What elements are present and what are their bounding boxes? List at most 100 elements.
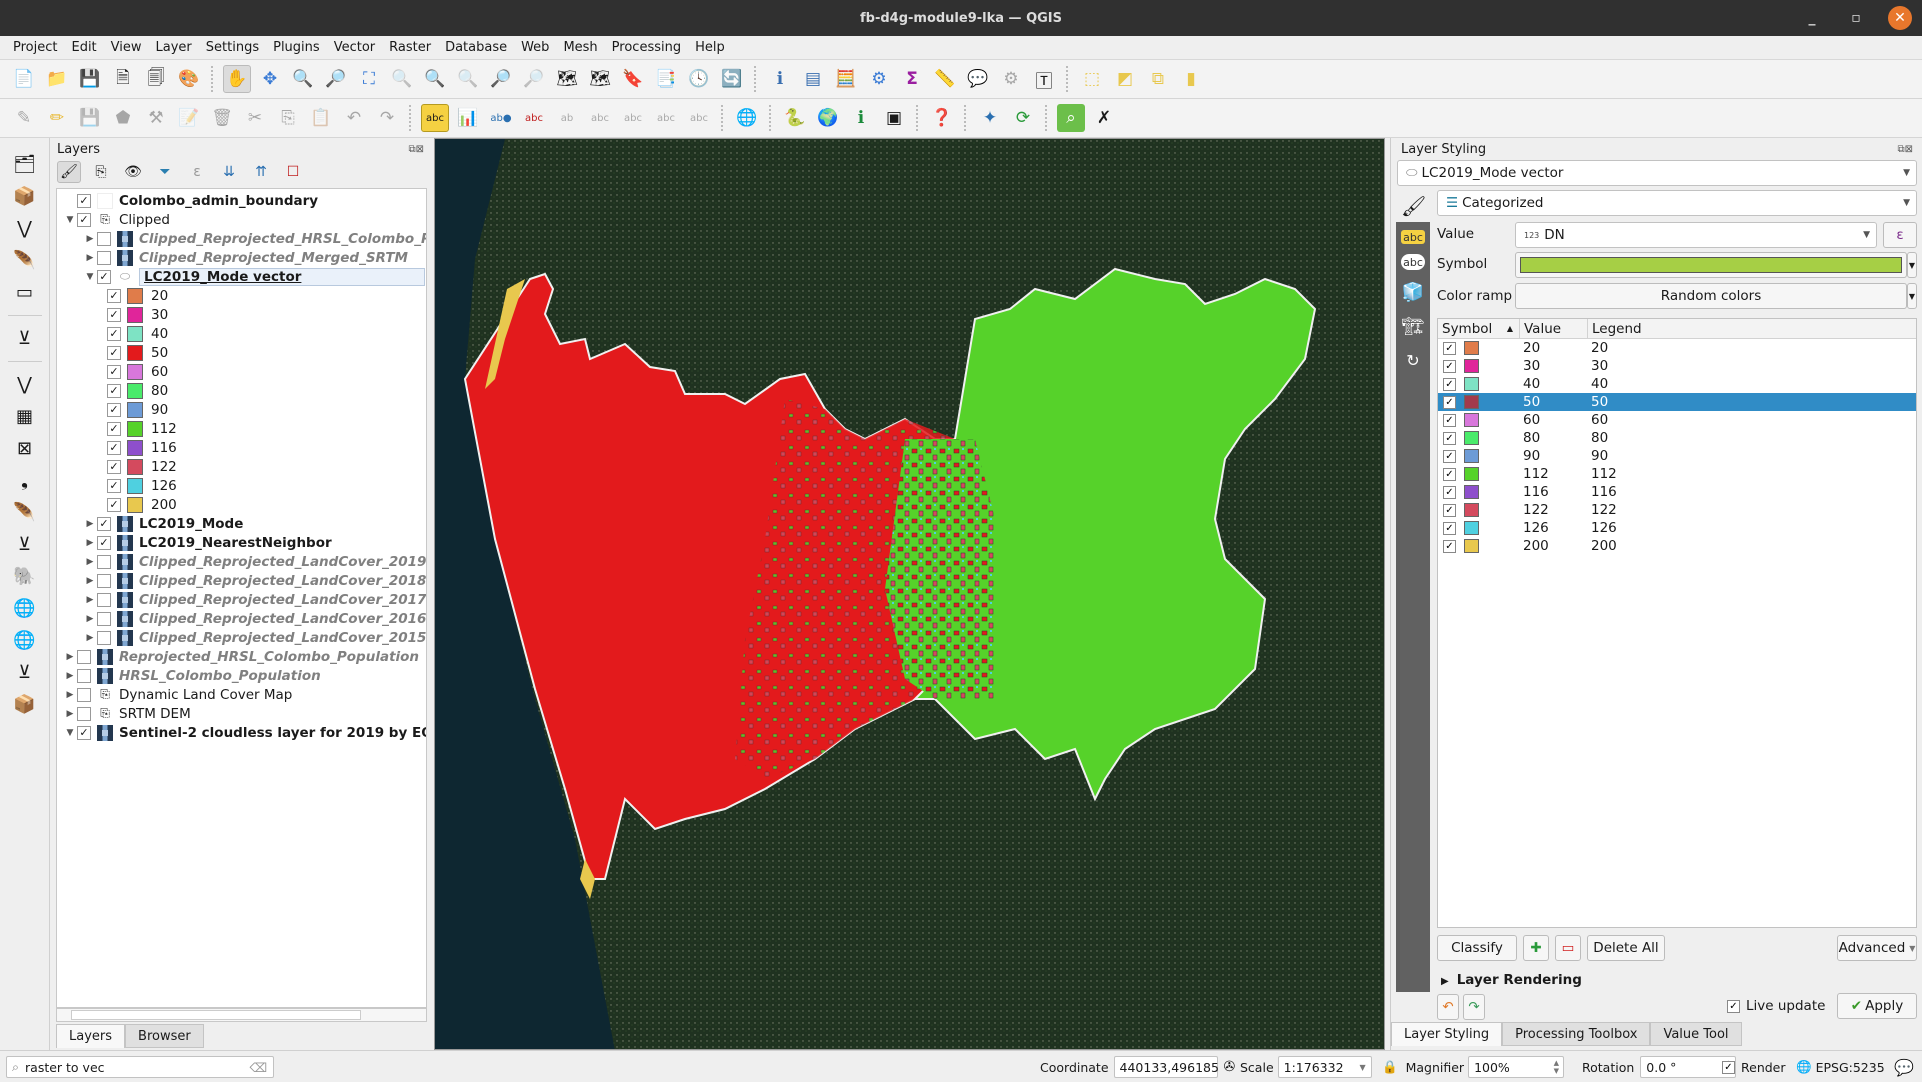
category-row[interactable]: ✓ 60 60: [1438, 411, 1916, 429]
paste-features-icon[interactable]: 📋: [307, 104, 335, 132]
category-symbol[interactable]: [1464, 539, 1479, 553]
category-checkbox[interactable]: ✓: [1443, 341, 1456, 355]
add-feature-icon[interactable]: ⬟: [109, 104, 137, 132]
tab-layers[interactable]: Layers: [56, 1024, 126, 1048]
header-symbol[interactable]: Symbol ▲: [1438, 319, 1520, 338]
measure-line-icon[interactable]: 📏: [931, 65, 959, 93]
menu-web[interactable]: Web: [514, 40, 556, 55]
menu-layer[interactable]: Layer: [149, 40, 199, 55]
category-checkbox[interactable]: ✓: [107, 345, 121, 360]
style-manager-icon[interactable]: 🎨: [175, 65, 203, 93]
collapse-arrow-icon[interactable]: ▼: [83, 272, 97, 282]
map-canvas[interactable]: [434, 138, 1385, 1050]
new-project-icon[interactable]: 📄: [10, 65, 38, 93]
category-row[interactable]: ✓ 112 112: [1438, 465, 1916, 483]
add-wcs-layer-icon[interactable]: ⊻: [10, 660, 40, 685]
collapse-arrow-icon[interactable]: ▼: [63, 728, 77, 738]
add-postgis-layer-icon[interactable]: 🐘: [10, 564, 40, 589]
expand-all-icon[interactable]: ⇊: [217, 161, 241, 183]
minimize-button[interactable]: _: [1800, 6, 1824, 30]
menu-database[interactable]: Database: [438, 40, 514, 55]
add-raster-layer-icon[interactable]: ▦: [10, 404, 40, 429]
layer-visibility-checkbox[interactable]: ✓: [97, 516, 111, 531]
layer-item[interactable]: ▶ Clipped_Reprojected_LandCover_2017: [83, 590, 426, 609]
show-hide-labels-icon[interactable]: abc: [520, 104, 548, 132]
zoom-last-icon[interactable]: 🔎: [487, 65, 515, 93]
new-3d-map-view-icon[interactable]: 🗺: [586, 65, 614, 93]
coordinate-field[interactable]: 440133,496185: [1113, 1056, 1219, 1078]
layer-labeling-icon[interactable]: abc: [421, 104, 449, 132]
expression-button[interactable]: ε: [1883, 222, 1917, 248]
pan-to-selection-icon[interactable]: ✥: [256, 65, 284, 93]
close-button[interactable]: ✕: [1888, 6, 1912, 30]
expand-arrow-icon[interactable]: ▶: [83, 576, 97, 586]
category-symbol[interactable]: [1464, 449, 1479, 463]
legend-category[interactable]: ✓ 116: [107, 438, 177, 457]
filter-legend-icon[interactable]: ⏷: [153, 161, 177, 183]
layer-item[interactable]: ▶ ✓ LC2019_Mode: [83, 514, 243, 533]
filter-by-expression-icon[interactable]: ε: [185, 161, 209, 183]
category-checkbox[interactable]: ✓: [1443, 431, 1456, 445]
legend-category[interactable]: ✓ 60: [107, 362, 168, 381]
crs-button[interactable]: 🌐 EPSG:5235: [1796, 1056, 1885, 1078]
deselect-features-icon[interactable]: ⧉: [1144, 65, 1172, 93]
legend-category[interactable]: ✓ 20: [107, 286, 168, 305]
layer-item[interactable]: ▶ ⎘ Dynamic Land Cover Map: [63, 685, 293, 704]
category-checkbox[interactable]: ✓: [107, 497, 121, 512]
collapse-arrow-icon[interactable]: ▼: [63, 215, 77, 225]
category-checkbox[interactable]: ✓: [107, 307, 121, 322]
change-label-icon[interactable]: abc: [619, 104, 647, 132]
layer-item[interactable]: ▶ Clipped_Reprojected_Merged_SRTM: [83, 248, 408, 267]
expand-arrow-icon[interactable]: ▶: [83, 614, 97, 624]
open-layer-styling-icon[interactable]: 🖌: [57, 161, 81, 183]
tab-processing-toolbox[interactable]: Processing Toolbox: [1502, 1022, 1651, 1046]
layer-visibility-checkbox[interactable]: [97, 630, 111, 645]
statistical-summary-icon[interactable]: Σ: [898, 65, 926, 93]
category-row[interactable]: ✓ 40 40: [1438, 375, 1916, 393]
new-geopackage-icon[interactable]: 📦: [10, 184, 40, 209]
category-row[interactable]: ✓ 50 50: [1438, 393, 1916, 411]
category-checkbox[interactable]: ✓: [1443, 449, 1456, 463]
help-icon[interactable]: ❓: [928, 104, 956, 132]
new-shapefile-icon[interactable]: ⋁: [10, 216, 40, 241]
panel-float-close-icon[interactable]: ⧉⊠: [1897, 144, 1917, 155]
lock-scale-icon[interactable]: 🔒: [1382, 1059, 1398, 1075]
new-print-layout-icon[interactable]: 🗎: [109, 65, 137, 93]
data-source-manager-icon[interactable]: 🗂: [10, 152, 40, 177]
expand-arrow-icon[interactable]: ▶: [63, 652, 77, 662]
value-field-combo[interactable]: 123 DN ▼: [1515, 222, 1877, 248]
expand-arrow-icon[interactable]: ▶: [63, 709, 77, 719]
modify-attributes-icon[interactable]: 📝: [175, 104, 203, 132]
manage-map-themes-icon[interactable]: 👁: [121, 161, 145, 183]
category-checkbox[interactable]: ✓: [1443, 521, 1456, 535]
legend-category[interactable]: ✓ 200: [107, 495, 177, 514]
move-label-icon[interactable]: ab: [553, 104, 581, 132]
layer-visibility-checkbox[interactable]: [77, 649, 91, 664]
symbol-dropdown[interactable]: ▼: [1907, 252, 1917, 278]
category-row[interactable]: ✓ 122 122: [1438, 501, 1916, 519]
labels-tab-icon[interactable]: abc: [1401, 230, 1425, 244]
field-calculator-icon[interactable]: 🧮: [832, 65, 860, 93]
remove-layer-icon[interactable]: ☐: [281, 161, 305, 183]
diagrams-tab-icon[interactable]: 🏗: [1401, 314, 1425, 338]
menu-raster[interactable]: Raster: [382, 40, 438, 55]
label-properties-icon[interactable]: abc: [652, 104, 680, 132]
layer-visibility-checkbox[interactable]: [77, 706, 91, 721]
new-virtual-layer-icon[interactable]: ⊻: [10, 326, 40, 351]
new-temporary-layer-icon[interactable]: ▭: [10, 280, 40, 305]
locator-search-icon[interactable]: ⌕: [1057, 104, 1085, 132]
scale-combo[interactable]: 1:176332 ▼: [1277, 1056, 1372, 1078]
layer-visibility-checkbox[interactable]: [97, 250, 111, 265]
menu-help[interactable]: Help: [688, 40, 732, 55]
legend-category[interactable]: ✓ 122: [107, 457, 177, 476]
header-legend[interactable]: Legend: [1588, 319, 1916, 338]
layer-item[interactable]: ▶ Reprojected_HRSL_Colombo_Population: [63, 647, 419, 666]
layer-item[interactable]: ▶ Clipped_Reprojected_LandCover_2018: [83, 571, 426, 590]
category-symbol[interactable]: [1464, 467, 1479, 481]
save-edits-icon[interactable]: 💾: [76, 104, 104, 132]
zoom-native-icon[interactable]: 🔍: [454, 65, 482, 93]
header-value[interactable]: Value: [1520, 319, 1588, 338]
processing-toolbox-icon[interactable]: ⚙: [865, 65, 893, 93]
zoom-in-icon[interactable]: 🔍: [289, 65, 317, 93]
copy-features-icon[interactable]: ⎘: [274, 104, 302, 132]
